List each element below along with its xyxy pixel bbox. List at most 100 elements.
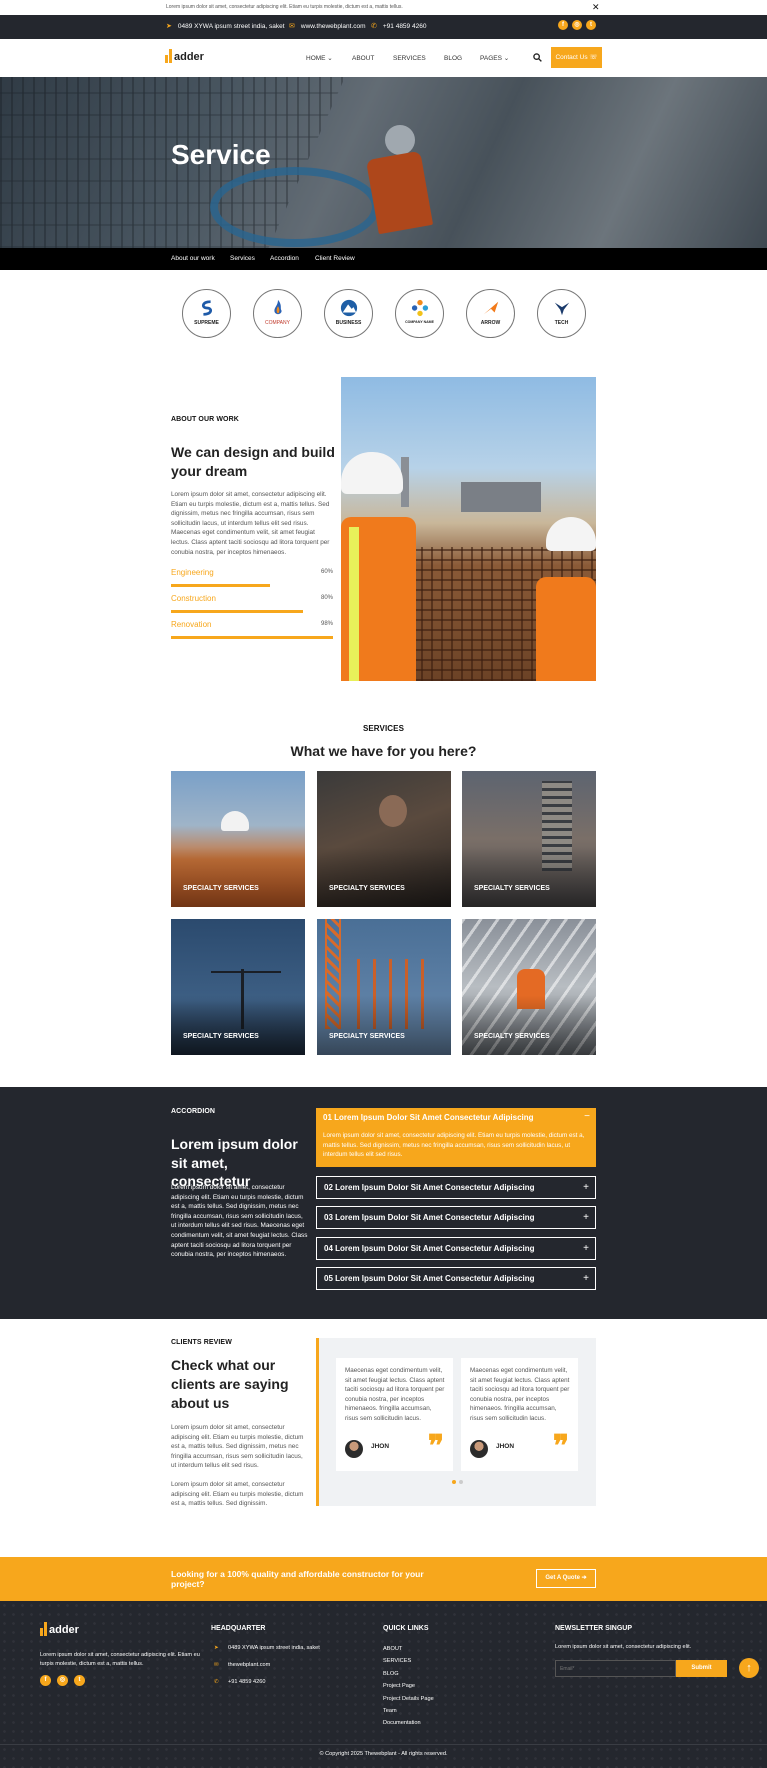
plus-icon[interactable]: + [583,1207,589,1228]
close-icon[interactable]: ✕ [592,0,600,14]
footer-link-team[interactable]: Team [383,1708,397,1714]
section-subnav: About our work Services Accordion Client… [0,248,767,270]
footer-link-project-details[interactable]: Project Details Page [383,1696,434,1702]
twitter-icon[interactable]: t [74,1675,85,1686]
submit-button[interactable]: Submit [676,1660,727,1677]
footer-logo[interactable]: adder [40,1622,79,1636]
review-body-1: Lorem ipsum dolor sit amet, consectetur … [171,1424,304,1470]
mail-icon: ✉ [214,1662,219,1668]
footer-link-about[interactable]: ABOUT [383,1646,402,1652]
skill-pct-construction: 80% [321,595,334,601]
brand-logo-business[interactable]: BUSINESS [324,289,373,338]
footer-link-services[interactable]: SERVICES [383,1658,411,1664]
services-title: What we have for you here? [290,743,477,759]
accordion-item-open[interactable]: 01 Lorem Ipsum Dolor Sit Amet Consectetu… [316,1108,596,1167]
footer-link-project-page[interactable]: Project Page [383,1683,415,1689]
get-quote-button[interactable]: Get A Quote ➔ [536,1569,596,1588]
twitter-icon[interactable]: t [586,20,596,30]
address-text: 0489 XYWA ipsum street india, saket [177,23,285,30]
email-field[interactable] [555,1660,676,1677]
review-body-2: Lorem ipsum dolor sit amet, consectetur … [171,1481,304,1508]
subnav-client-review[interactable]: Client Review [315,248,355,270]
phone-icon: ✆ [214,1679,219,1685]
copyright: © Copyright 2025 Thewebplant - All right… [319,1751,448,1757]
back-to-top-icon[interactable]: ↑ [739,1658,759,1678]
flame-icon [274,299,282,315]
card-overlay [317,995,451,1055]
nav-home[interactable]: HOME ⌄ [306,54,333,62]
helmet-shape [341,452,403,494]
service-label: SPECIALTY SERVICES [329,1033,405,1040]
service-card[interactable]: SPECIALTY SERVICES [317,919,451,1055]
skill-pct-renovation: 98% [321,621,334,627]
subnav-about[interactable]: About our work [171,248,215,270]
nav-services[interactable]: SERVICES [393,55,426,62]
nav-pages[interactable]: PAGES ⌄ [480,54,509,62]
phone-text[interactable]: +91 4859 4260 [383,15,427,39]
logo[interactable]: adder [165,49,204,63]
accordion-item[interactable]: 05 Lorem Ipsum Dolor Sit Amet Consectetu… [316,1267,596,1290]
accordion-item[interactable]: 03 Lorem Ipsum Dolor Sit Amet Consectetu… [316,1206,596,1229]
phone-icon: ✆ [371,23,377,30]
cta-banner: Looking for a 100% quality and affordabl… [0,1557,767,1601]
instagram-icon[interactable]: ◎ [57,1675,68,1686]
quote-icon: ❞ [427,1429,444,1464]
service-card[interactable]: SPECIALTY SERVICES [462,771,596,907]
service-label: SPECIALTY SERVICES [183,1033,259,1040]
facebook-icon[interactable]: f [558,20,568,30]
website-text[interactable]: www.thewebplant.com [301,15,366,39]
slider-dot[interactable] [459,1480,463,1484]
location-icon: ➤ [166,23,172,30]
brand-logo-company-name[interactable]: COMPANY NAME [395,289,444,338]
nav-blog[interactable]: BLOG [444,55,462,62]
service-card[interactable]: SPECIALTY SERVICES [171,771,305,907]
brand-logo-arrow[interactable]: ARROW [466,289,515,338]
accordion-item-title[interactable]: 01 Lorem Ipsum Dolor Sit Amet Consectetu… [323,1113,534,1122]
hq-heading: HEADQUARTER [211,1625,266,1632]
brand-logo-company[interactable]: COMPANY [253,289,302,338]
subnav-accordion[interactable]: Accordion [270,248,299,270]
plus-icon[interactable]: + [583,1268,589,1289]
minus-icon[interactable]: − [584,1111,590,1122]
bird-icon [554,302,570,316]
contact-us-button[interactable]: Contact Us ☏ [551,47,602,68]
brand-name: BUSINESS [335,320,362,326]
service-card[interactable]: SPECIALTY SERVICES [171,919,305,1055]
accordion-item-title[interactable]: 02 Lorem Ipsum Dolor Sit Amet Consectetu… [324,1183,535,1192]
helmet-shape [221,811,249,831]
about-title: We can design and build your dream [171,444,335,479]
hq-phone[interactable]: +91 4859 4260 [228,1679,266,1685]
nav-about[interactable]: ABOUT [352,55,374,62]
search-icon[interactable] [533,53,542,62]
brand-logo-tech[interactable]: TECH [537,289,586,338]
accordion-item-title[interactable]: 03 Lorem Ipsum Dolor Sit Amet Consectetu… [324,1213,535,1222]
page-title: Service [171,139,271,170]
accordion-body: Lorem ipsum dolor sit amet, consectetur … [171,1184,308,1259]
accordion-item-title[interactable]: 04 Lorem Ipsum Dolor Sit Amet Consectetu… [324,1244,535,1253]
accordion-item-body: Lorem ipsum dolor sit amet, consectetur … [323,1132,585,1158]
skill-bar-construction [171,610,303,613]
flower-icon [411,299,429,317]
card-overlay [171,995,305,1055]
brand-logo-supreme[interactable]: SUPREME [182,289,231,338]
accordion-item[interactable]: 04 Lorem Ipsum Dolor Sit Amet Consectetu… [316,1237,596,1260]
hero-overlay [0,77,767,248]
subnav-services[interactable]: Services [230,248,255,270]
plus-icon[interactable]: + [583,1238,589,1259]
footer-link-documentation[interactable]: Documentation [383,1720,421,1726]
service-card[interactable]: SPECIALTY SERVICES [317,771,451,907]
accordion-item-title[interactable]: 05 Lorem Ipsum Dolor Sit Amet Consectetu… [324,1274,535,1283]
slider-dot-active[interactable] [452,1480,456,1484]
quick-links-heading: QUICK LINKS [383,1625,429,1632]
phone-item[interactable]: ✆ +91 4859 4260 [371,15,426,39]
person-head-shape [379,795,407,827]
facebook-icon[interactable]: f [40,1675,51,1686]
service-card[interactable]: SPECIALTY SERVICES [462,919,596,1055]
accordion-eyebrow: ACCORDION [171,1108,216,1115]
website-item[interactable]: ✉ www.thewebplant.com [289,15,366,39]
hq-website[interactable]: thewebplant.com [228,1662,270,1668]
instagram-icon[interactable]: ◎ [572,20,582,30]
footer-link-blog[interactable]: BLOG [383,1671,399,1677]
plus-icon[interactable]: + [583,1177,589,1198]
accordion-item[interactable]: 02 Lorem Ipsum Dolor Sit Amet Consectetu… [316,1176,596,1199]
